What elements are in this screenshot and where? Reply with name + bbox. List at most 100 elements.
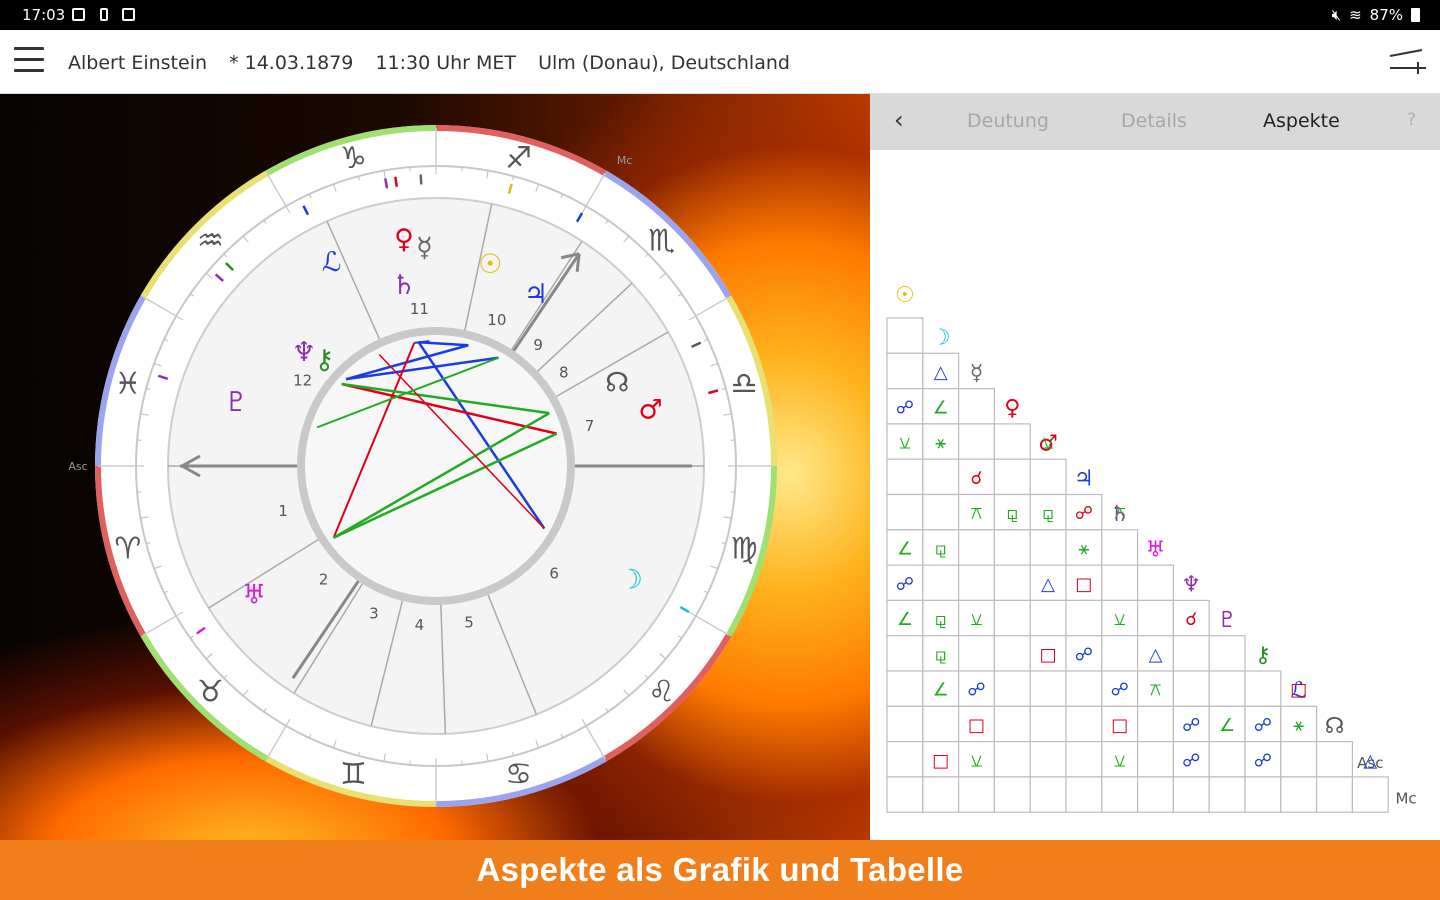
- aspect-cell: [1065, 776, 1103, 813]
- notification-icon: [72, 8, 85, 21]
- row-planet-label: ♃: [1074, 467, 1094, 492]
- planet-glyph: ♀: [394, 224, 414, 255]
- aspect-cell: [1208, 670, 1246, 707]
- aspect-cell: [1208, 635, 1246, 672]
- aspect-cell: [922, 458, 960, 496]
- house-number: 3: [369, 604, 379, 622]
- tab-details[interactable]: Details: [1121, 110, 1187, 132]
- horoscope-wheel[interactable]: ♈♉♊ ♋♌♍♎♏♐♑♒♓1234 56789101112AscMc☉☿♀♄ ♃♂☽♅…: [0, 94, 870, 840]
- aspect-cell: [993, 423, 1031, 460]
- aspect-cell: [957, 635, 995, 672]
- aspect-symbol: ☍: [1075, 644, 1093, 665]
- aspect-symbol: △: [1149, 644, 1163, 665]
- mute-icon: 🔇︎: [1331, 6, 1342, 24]
- planet-glyph: ⚷: [315, 344, 335, 375]
- help-button[interactable]: ?: [1407, 110, 1416, 130]
- house-number: 4: [415, 616, 425, 634]
- aspect-cell: [1029, 776, 1067, 813]
- house-number: 8: [559, 363, 569, 381]
- house-number: 2: [319, 570, 329, 588]
- row-planet-label: ♆: [1181, 573, 1201, 598]
- aspect-cell: [922, 493, 960, 531]
- planet-glyph: ☊: [605, 367, 629, 398]
- aspect-cell: [993, 635, 1031, 672]
- tab-aspekte[interactable]: Aspekte: [1263, 110, 1340, 132]
- wheel-inner-circle: [297, 327, 575, 605]
- aspect-cell: [1137, 776, 1175, 813]
- aspect-symbol: ⚺: [1114, 609, 1126, 630]
- aspect-cell: [1172, 635, 1210, 672]
- aspect-cell: [886, 776, 924, 813]
- aspect-cell: [1029, 458, 1067, 496]
- aspect-symbol: ☍: [1182, 715, 1200, 736]
- zodiac-sign-glyph: ♌: [648, 675, 675, 710]
- aspect-symbol: ☍: [1075, 503, 1093, 524]
- status-right: 🔇︎ ≋ 87%: [1332, 6, 1420, 24]
- banner-text: Aspekte als Grafik und Tabelle: [476, 851, 964, 888]
- aspect-symbol: ⚹: [1293, 715, 1304, 736]
- aspect-symbol: □: [968, 715, 985, 736]
- aspect-cell: [993, 564, 1031, 602]
- aspect-cell: [1137, 564, 1175, 602]
- aspect-symbol: ⚼: [934, 644, 946, 665]
- planet-position-tick: [419, 174, 423, 185]
- aspect-cell: [1065, 599, 1103, 637]
- notification-icon-3: [122, 8, 135, 21]
- planet-glyph: ♅: [242, 579, 266, 610]
- aspect-cell: [1172, 776, 1210, 813]
- aspect-cell: [1029, 599, 1067, 637]
- person-name: Albert Einstein: [68, 52, 208, 74]
- aspect-symbol: ∠: [897, 609, 913, 630]
- planet-glyph: ♇: [224, 387, 248, 418]
- birth-time: 11:30 Uhr MET: [375, 52, 517, 74]
- aspect-symbol: ⚹: [935, 433, 946, 454]
- aspect-cell: [1029, 705, 1067, 743]
- aspect-cell: [1065, 705, 1103, 743]
- aspect-symbol: ⚺: [971, 750, 983, 771]
- birth-place: Ulm (Donau), Deutschland: [538, 52, 790, 74]
- aspect-cell: [993, 529, 1031, 566]
- planet-glyph: ☉: [478, 249, 502, 280]
- planet-glyph: ☿: [416, 232, 433, 263]
- zodiac-sign-glyph: ♐: [505, 141, 532, 176]
- aspect-cell: [1208, 776, 1246, 813]
- planet-glyph: ℒ: [322, 247, 341, 278]
- aspect-cell: [1208, 740, 1246, 778]
- aspect-symbol: ⚻: [971, 503, 983, 524]
- aspect-cell: [1065, 670, 1103, 707]
- aspect-symbol: ☍: [896, 397, 914, 418]
- aspect-symbol: ⚻: [1150, 680, 1162, 701]
- aspect-cell: [1351, 776, 1389, 813]
- tab-deutung[interactable]: Deutung: [967, 110, 1049, 132]
- chart-area: ♈ ♉ ♊ ♋ ♌ ♍ ♎ ♏ ♐ ♑ ♒ ♓ 1 2 3 4 5 6 7 8 9 10 11 12 Asc Mc ☉ ☿ ♀ ♄ ♃ ♂ ☽ ♅…: [0, 94, 870, 840]
- aspect-symbol: ⚻: [1114, 503, 1126, 524]
- aspect-symbol: □: [932, 750, 949, 771]
- aspect-cell: [957, 529, 995, 566]
- aspect-cell: [993, 776, 1031, 813]
- aspect-cell: [886, 493, 924, 531]
- back-chevron-icon[interactable]: ‹: [894, 106, 904, 134]
- aspect-cell: [993, 740, 1031, 778]
- zodiac-sign-glyph: ♈: [114, 532, 141, 567]
- status-time: 17:03: [22, 6, 66, 24]
- mc-label: Mc: [617, 154, 633, 167]
- aspect-cell: [993, 599, 1031, 637]
- row-planet-label: ♅: [1146, 537, 1166, 562]
- aspect-cell: [1244, 776, 1282, 813]
- aspect-symbol: ∠: [897, 539, 913, 560]
- aspect-cell: [922, 705, 960, 743]
- slider-settings-icon[interactable]: [1388, 46, 1428, 78]
- aspect-cell: [1137, 599, 1175, 637]
- tab-bar: ‹ Deutung Details Aspekte ?: [870, 94, 1440, 150]
- aspect-cell: [1244, 670, 1282, 707]
- aspect-symbol: △: [934, 362, 948, 383]
- zodiac-sign-glyph: ♎: [731, 366, 758, 401]
- aspect-cell: [993, 670, 1031, 707]
- aspect-cell: [1101, 635, 1139, 672]
- aspect-cell: [1101, 564, 1139, 602]
- aspect-cell: [1137, 740, 1175, 778]
- aspect-symbol: ☍: [1254, 750, 1272, 771]
- aspect-cell: [886, 317, 924, 354]
- hamburger-menu-icon[interactable]: [14, 47, 44, 75]
- aspect-symbol: □: [1290, 680, 1307, 701]
